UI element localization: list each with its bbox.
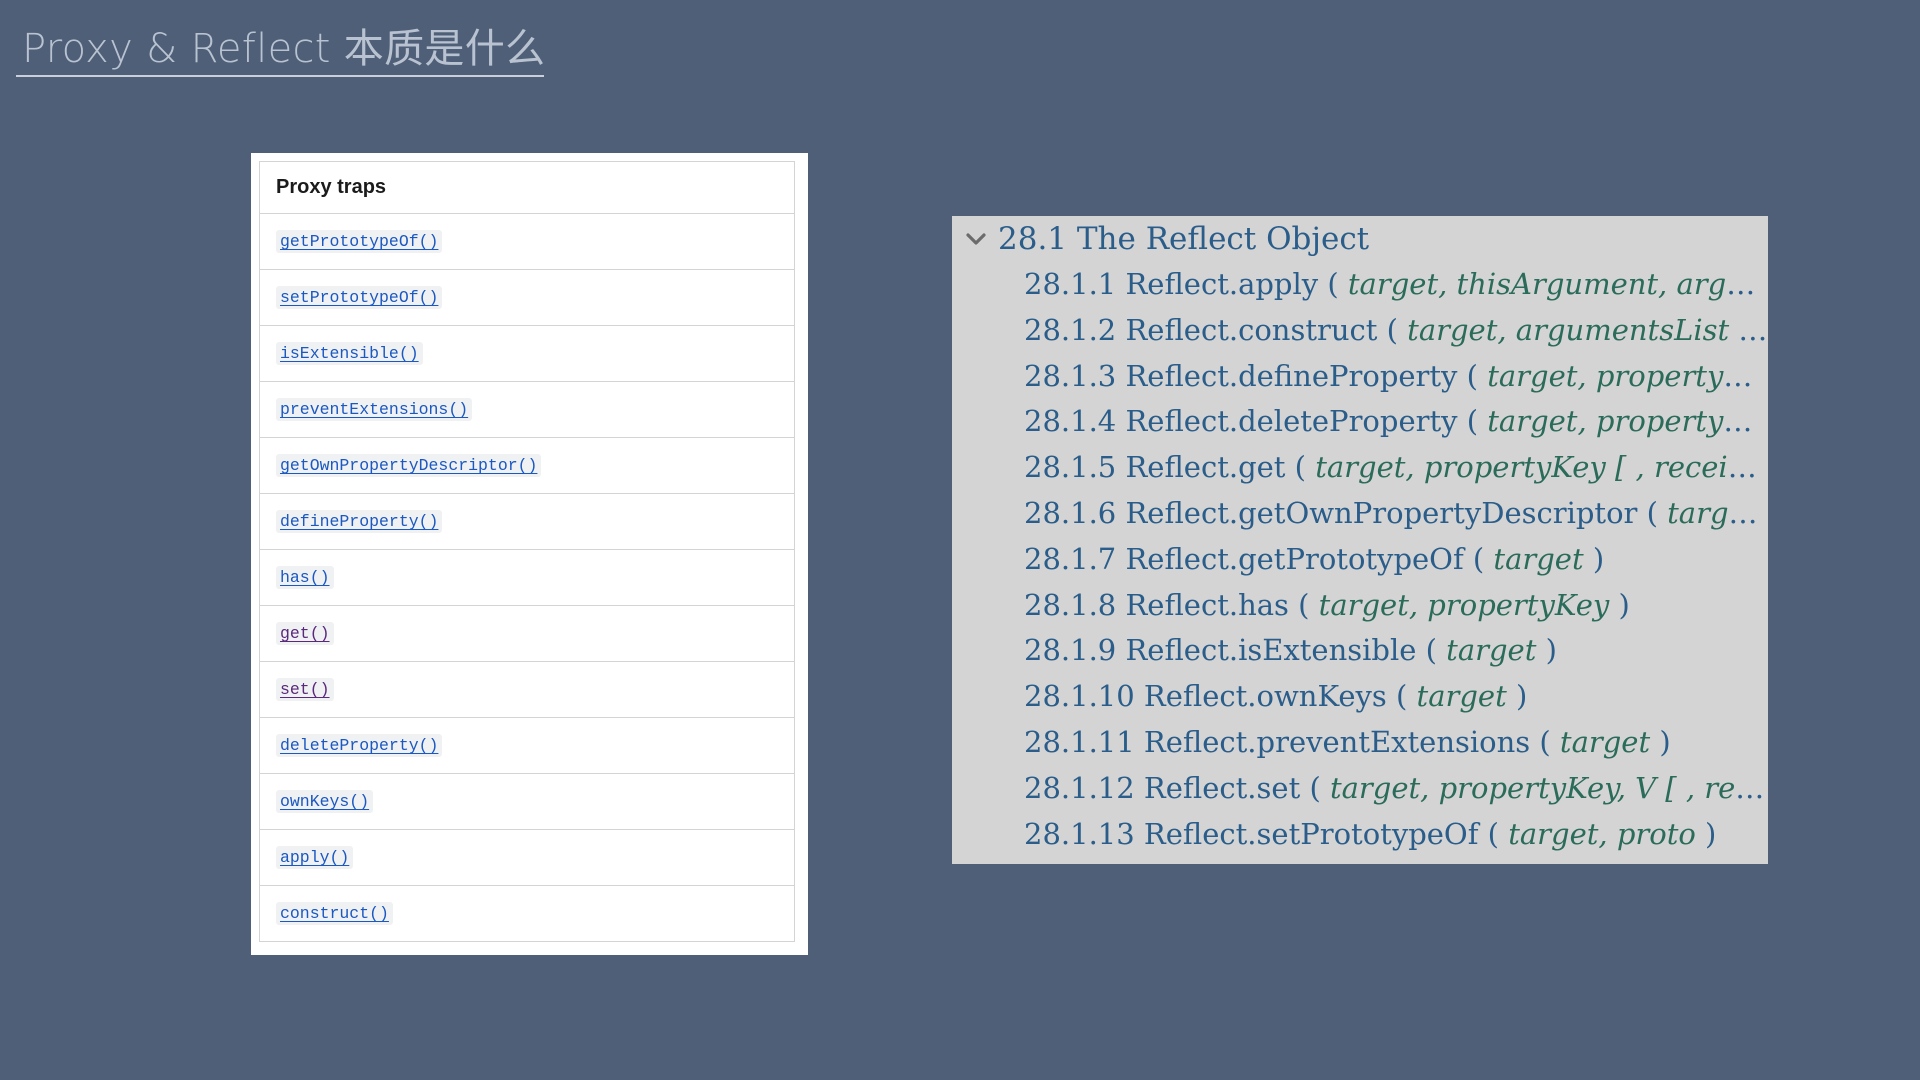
- table-row: setPrototypeOf(): [259, 269, 795, 326]
- toc-item-params: target, propertyKey, V [ , receiver ]: [1329, 770, 1768, 805]
- toc-item[interactable]: 28.1.12 Reflect.set ( target, propertyKe…: [1024, 766, 1768, 812]
- slide-title: Proxy & Reflect 本质是什么: [22, 26, 546, 72]
- toc-item-params: target, thisArgument, argumentsList: [1347, 267, 1768, 301]
- proxy-trap-link[interactable]: set(): [276, 678, 334, 701]
- table-cell: ownKeys(): [259, 773, 795, 830]
- table-row: set(): [259, 661, 795, 718]
- title-underline: [16, 75, 544, 77]
- toc-item-name: 28.1.3 Reflect.defineProperty (: [1024, 358, 1478, 393]
- table-cell: defineProperty(): [259, 493, 795, 550]
- chevron-down-icon[interactable]: [964, 227, 988, 251]
- toc-item-name: 28.1.1 Reflect.apply (: [1024, 267, 1339, 301]
- table-row: construct(): [259, 885, 795, 942]
- toc-item[interactable]: 28.1.11 Reflect.preventExtensions ( targ…: [1024, 720, 1768, 766]
- proxy-traps-panel: Proxy traps getPrototypeOf() setPrototype…: [251, 153, 808, 955]
- proxy-traps-list: getPrototypeOf() setPrototypeOf() isExtens…: [259, 213, 795, 942]
- reflect-toc-list: 28.1.1 Reflect.apply ( target, thisArgum…: [1024, 262, 1768, 857]
- proxy-trap-link[interactable]: defineProperty(): [276, 510, 443, 533]
- toc-item-close-paren: ): [1659, 724, 1671, 759]
- toc-item-params: target, propertyKey: [1309, 587, 1619, 622]
- proxy-trap-link[interactable]: setPrototypeOf(): [276, 286, 443, 309]
- toc-item-params: target, propertyKey, attributes: [1487, 358, 1768, 393]
- table-cell: getOwnPropertyDescriptor(): [259, 437, 795, 494]
- toc-item-close-paren: ): [1705, 816, 1717, 851]
- toc-item-params: target, propertyKey [ , receiver ]: [1306, 450, 1768, 485]
- proxy-trap-link[interactable]: get(): [276, 622, 334, 645]
- reflect-toc-title: 28.1 The Reflect Object: [998, 221, 1370, 257]
- proxy-trap-link[interactable]: isExtensible(): [276, 342, 423, 365]
- toc-item-name: 28.1.8 Reflect.has (: [1024, 587, 1310, 622]
- table-row: apply(): [259, 829, 795, 886]
- table-row: getPrototypeOf(): [259, 213, 795, 270]
- toc-item-name: 28.1.12 Reflect.set (: [1024, 770, 1321, 805]
- table-header-row: Proxy traps: [259, 161, 795, 214]
- table-cell: getPrototypeOf(): [259, 213, 795, 270]
- table-cell: construct(): [259, 885, 795, 942]
- toc-item-params: target: [1407, 679, 1516, 714]
- toc-item-params: target: [1436, 633, 1546, 668]
- toc-item-close-paren: ): [1545, 633, 1557, 668]
- toc-item-params: target: [1550, 724, 1660, 759]
- toc-item[interactable]: 28.1.7 Reflect.getPrototypeOf ( target ): [1024, 537, 1768, 583]
- table-row: defineProperty(): [259, 493, 795, 550]
- table-row: preventExtensions(): [259, 381, 795, 438]
- toc-item[interactable]: 28.1.1 Reflect.apply ( target, thisArgum…: [1024, 262, 1768, 308]
- table-cell: has(): [259, 549, 795, 606]
- table-row: getOwnPropertyDescriptor(): [259, 437, 795, 494]
- toc-item-close-paren: ): [1592, 541, 1605, 576]
- table-cell: get(): [259, 605, 795, 662]
- toc-item-params: target, argumentsList [ , newTarget ]: [1407, 312, 1768, 347]
- toc-item-params: target, propertyKey: [1667, 495, 1768, 530]
- toc-item-params: target, proto: [1498, 816, 1706, 851]
- reflect-toc-header[interactable]: 28.1 The Reflect Object: [964, 216, 1369, 262]
- toc-item[interactable]: 28.1.2 Reflect.construct ( target, argum…: [1024, 308, 1768, 354]
- toc-item[interactable]: 28.1.10 Reflect.ownKeys ( target ): [1024, 674, 1768, 720]
- proxy-traps-header: Proxy traps: [259, 161, 795, 214]
- toc-item-name: 28.1.11 Reflect.preventExtensions (: [1024, 724, 1551, 759]
- toc-item-name: 28.1.7 Reflect.getPrototypeOf (: [1024, 541, 1485, 576]
- toc-item-name: 28.1.2 Reflect.construct (: [1024, 312, 1398, 347]
- proxy-trap-link[interactable]: ownKeys(): [276, 790, 374, 813]
- reflect-toc-panel: 28.1 The Reflect Object 28.1.1 Reflect.a…: [952, 216, 1768, 864]
- toc-item-close-paren: ): [1515, 679, 1528, 714]
- proxy-traps-table: Proxy traps getPrototypeOf() setPrototype…: [259, 161, 795, 942]
- table-cell: isExtensible(): [259, 325, 795, 382]
- toc-item-name: 28.1.4 Reflect.deleteProperty (: [1024, 404, 1479, 439]
- toc-item[interactable]: 28.1.13 Reflect.setPrototypeOf ( target,…: [1024, 812, 1768, 858]
- proxy-trap-link[interactable]: has(): [276, 566, 334, 589]
- table-cell: preventExtensions(): [259, 381, 795, 438]
- table-row: deleteProperty(): [259, 717, 795, 774]
- toc-item[interactable]: 28.1.6 Reflect.getOwnPropertyDescriptor …: [1024, 491, 1768, 537]
- table-cell: deleteProperty(): [259, 717, 795, 774]
- proxy-trap-link[interactable]: construct(): [276, 902, 393, 925]
- proxy-trap-link[interactable]: apply(): [276, 846, 354, 869]
- toc-item-name: 28.1.5 Reflect.get (: [1024, 450, 1306, 485]
- toc-item[interactable]: 28.1.3 Reflect.defineProperty ( target, …: [1024, 354, 1768, 400]
- table-row: isExtensible(): [259, 325, 795, 382]
- proxy-trap-link[interactable]: getPrototypeOf(): [276, 230, 443, 253]
- table-row: ownKeys(): [259, 773, 795, 830]
- table-cell: set(): [259, 661, 795, 718]
- toc-item[interactable]: 28.1.4 Reflect.deleteProperty ( target, …: [1024, 399, 1768, 445]
- toc-item-name: 28.1.13 Reflect.setPrototypeOf (: [1024, 816, 1499, 851]
- proxy-trap-link[interactable]: deleteProperty(): [276, 734, 443, 757]
- toc-item-name: 28.1.6 Reflect.getOwnPropertyDescriptor …: [1024, 495, 1658, 530]
- toc-item-params: target, propertyKey: [1478, 404, 1768, 439]
- toc-item[interactable]: 28.1.5 Reflect.get ( target, propertyKey…: [1024, 445, 1768, 491]
- toc-item-close-paren: ): [1618, 587, 1630, 622]
- toc-item-name: 28.1.9 Reflect.isExtensible (: [1024, 633, 1437, 668]
- table-cell: setPrototypeOf(): [259, 269, 795, 326]
- toc-item[interactable]: 28.1.9 Reflect.isExtensible ( target ): [1024, 628, 1768, 674]
- proxy-trap-link[interactable]: preventExtensions(): [276, 398, 473, 421]
- toc-item[interactable]: 28.1.8 Reflect.has ( target, propertyKey…: [1024, 583, 1768, 629]
- table-cell: apply(): [259, 829, 795, 886]
- toc-item-name: 28.1.10 Reflect.ownKeys (: [1024, 679, 1408, 714]
- proxy-trap-link[interactable]: getOwnPropertyDescriptor(): [276, 454, 542, 477]
- table-row: get(): [259, 605, 795, 662]
- table-row: has(): [259, 549, 795, 606]
- toc-item-params: target: [1484, 541, 1593, 576]
